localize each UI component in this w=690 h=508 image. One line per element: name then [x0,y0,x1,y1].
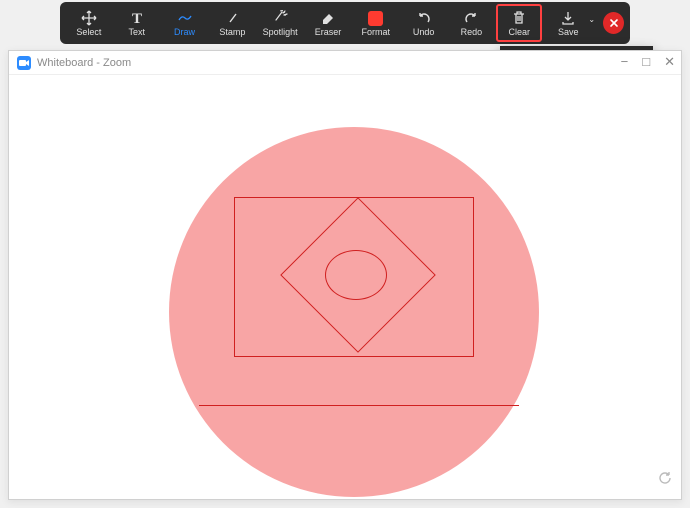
draw-button[interactable]: Draw [162,4,208,42]
eraser-button[interactable]: Eraser [305,4,351,42]
text-label: Text [128,28,145,37]
window-controls: − □ ✕ [621,55,675,68]
redo-label: Redo [461,28,483,37]
redo-button[interactable]: Redo [449,4,495,42]
stamp-label: Stamp [219,28,245,37]
minimize-button[interactable]: − [621,55,629,68]
draw-icon [176,9,194,27]
whiteboard-canvas[interactable] [9,75,681,499]
close-toolbar-button[interactable] [603,12,624,34]
undo-button[interactable]: Undo [401,4,447,42]
format-button[interactable]: Format [353,4,399,42]
redo-icon [462,9,480,27]
text-icon: T [128,9,146,27]
svg-text:T: T [132,11,142,26]
format-icon [367,9,385,27]
window-title: Whiteboard - Zoom [37,57,131,69]
clear-button[interactable]: Clear [496,4,542,42]
annotation-toolbar: Select T Text Draw Stamp Spotlight [60,2,630,44]
horizontal-line-shape [199,405,519,406]
ellipse-shape [325,250,387,300]
move-icon [80,9,98,27]
undo-icon [415,9,433,27]
text-button[interactable]: T Text [114,4,160,42]
select-button[interactable]: Select [66,4,112,42]
spotlight-button[interactable]: Spotlight [257,4,303,42]
trash-icon [510,9,528,27]
maximize-button[interactable]: □ [642,55,650,68]
eraser-label: Eraser [315,28,342,37]
draw-label: Draw [174,28,195,37]
format-label: Format [362,28,391,37]
clear-label: Clear [509,28,531,37]
spotlight-icon [271,9,289,27]
undo-label: Undo [413,28,435,37]
zoom-logo-icon [17,56,31,70]
eraser-icon [319,9,337,27]
whiteboard-window: Whiteboard - Zoom − □ ✕ [8,50,682,500]
select-label: Select [76,28,101,37]
refresh-icon[interactable] [657,470,673,491]
window-titlebar: Whiteboard - Zoom − □ ✕ [9,51,681,75]
spotlight-label: Spotlight [263,28,298,37]
close-window-button[interactable]: ✕ [664,55,675,68]
close-icon [608,17,620,29]
stamp-icon [223,9,241,27]
stamp-button[interactable]: Stamp [209,4,255,42]
save-label: Save [558,28,579,37]
download-icon [559,9,577,27]
save-button[interactable]: Save [544,4,592,42]
